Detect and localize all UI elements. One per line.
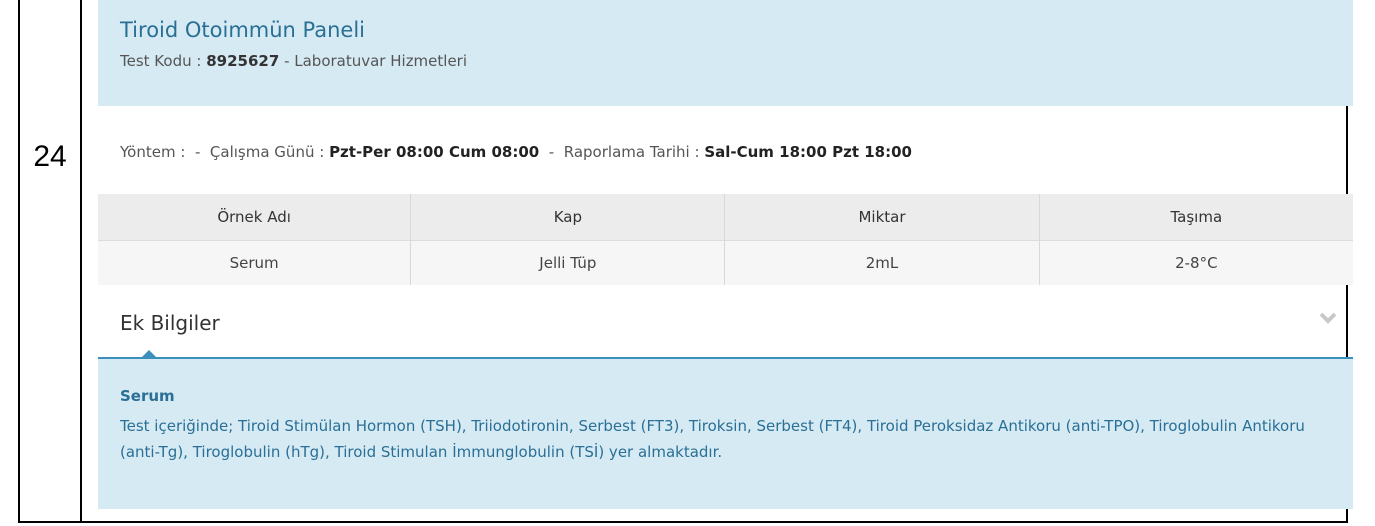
table-header-row: Örnek Adı Kap Miktar Taşıma: [98, 194, 1353, 241]
column-header-sample-name: Örnek Adı: [98, 194, 412, 241]
column-header-amount: Miktar: [724, 194, 1040, 241]
test-meta-line: Yöntem : - Çalışma Günü : Pzt-Per 08:00 …: [98, 106, 1353, 194]
cell-amount: 2mL: [724, 240, 1040, 285]
test-header: Tiroid Otoimmün Paneli Test Kodu : 89256…: [98, 0, 1353, 106]
test-code-line: Test Kodu : 8925627 - Laboratuvar Hizmet…: [120, 52, 1353, 70]
work-day-label: Çalışma Günü :: [209, 143, 325, 161]
additional-info-title: Ek Bilgiler: [120, 311, 220, 335]
sample-table: Örnek Adı Kap Miktar Taşıma Serum Jelli …: [98, 194, 1353, 285]
meta-separator: -: [548, 143, 555, 161]
test-code-suffix: - Laboratuvar Hizmetleri: [284, 52, 468, 70]
row-number: 24: [33, 140, 67, 173]
column-header-transport: Taşıma: [1039, 194, 1353, 241]
report-date-label: Raporlama Tarihi :: [563, 143, 700, 161]
row-number-column: 24: [20, 0, 82, 521]
test-code-label: Test Kodu :: [120, 52, 202, 70]
chevron-down-icon[interactable]: [1319, 309, 1337, 328]
cell-sample-name: Serum: [98, 240, 412, 285]
column-header-container: Kap: [410, 194, 726, 241]
info-text: Test içeriğinde; Tiroid Stimülan Hormon …: [120, 417, 1305, 461]
test-card: Tiroid Otoimmün Paneli Test Kodu : 89256…: [98, 0, 1353, 523]
additional-info-toggle[interactable]: Ek Bilgiler: [98, 285, 1353, 359]
test-title[interactable]: Tiroid Otoimmün Paneli: [120, 18, 1353, 42]
outer-table-cell: 24 Tiroid Otoimmün Paneli Test Kodu : 89…: [18, 0, 1353, 523]
report-date-value: Sal-Cum 18:00 Pzt 18:00: [704, 143, 912, 161]
cell-transport: 2-8°C: [1039, 240, 1353, 285]
additional-info-panel: Serum Test içeriğinde; Tiroid Stimülan H…: [98, 359, 1353, 509]
info-subtitle: Serum: [120, 387, 175, 405]
cell-container: Jelli Tüp: [410, 240, 726, 285]
test-code-value: 8925627: [206, 52, 280, 70]
table-row: Serum Jelli Tüp 2mL 2-8°C: [98, 240, 1353, 285]
meta-separator: -: [194, 143, 201, 161]
active-tab-caret: [141, 350, 157, 358]
method-label: Yöntem :: [120, 143, 186, 161]
work-day-value: Pzt-Per 08:00 Cum 08:00: [329, 143, 540, 161]
